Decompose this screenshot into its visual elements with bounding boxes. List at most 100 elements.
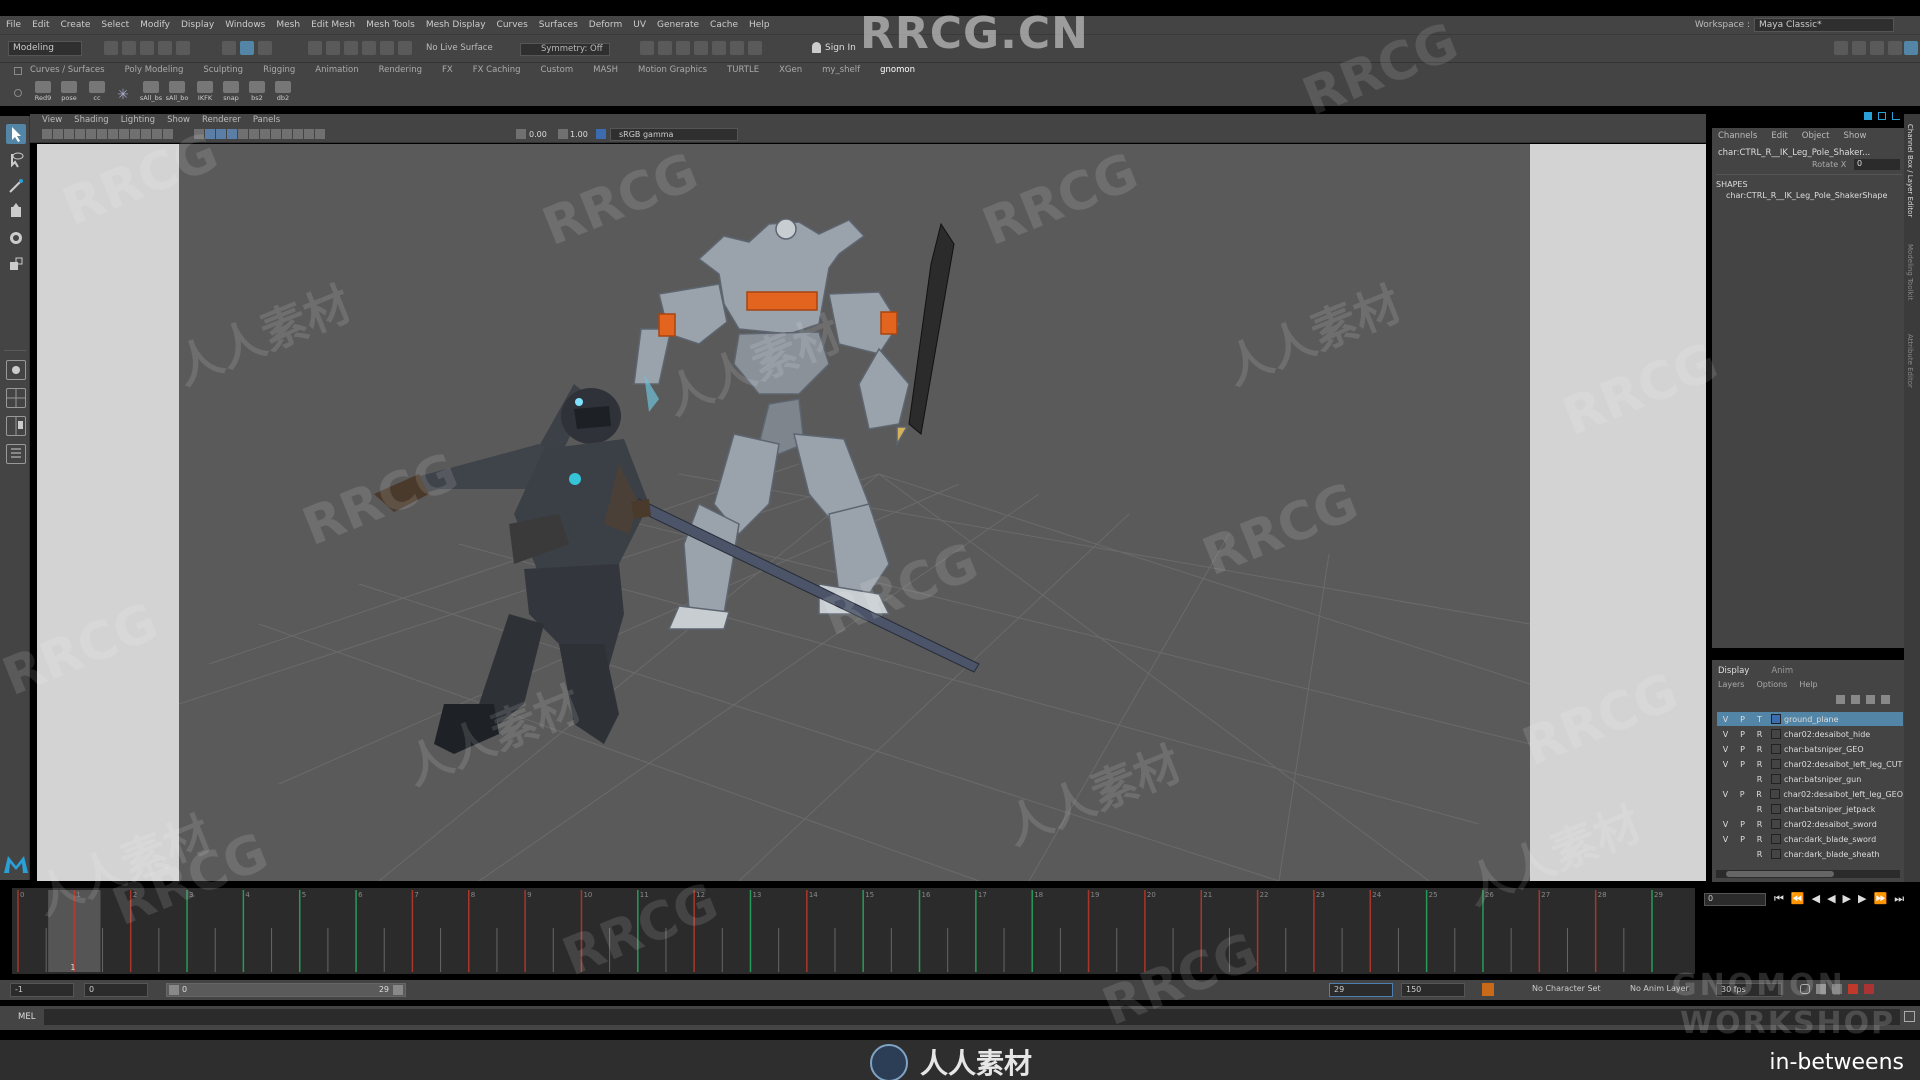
- layer-display-type-toggle[interactable]: R: [1751, 730, 1768, 739]
- snap-view-plane-icon[interactable]: [362, 41, 376, 55]
- panel-menu-view[interactable]: View: [42, 115, 62, 125]
- color-space-dropdown[interactable]: sRGB gamma: [610, 128, 738, 141]
- grid-icon[interactable]: [108, 129, 118, 139]
- layer-display-type-toggle[interactable]: R: [1751, 820, 1768, 829]
- channel-box-object-name[interactable]: char:CTRL_R__IK_Leg_Pole_Shaker...: [1718, 148, 1870, 158]
- xray-icon[interactable]: [293, 129, 303, 139]
- rotate-x-value[interactable]: 0: [1854, 159, 1900, 170]
- select-hierarchy-icon[interactable]: [222, 41, 236, 55]
- render-sequence-icon[interactable]: [658, 41, 672, 55]
- four-view-layout-icon[interactable]: [6, 388, 26, 408]
- select-object-icon[interactable]: [240, 41, 254, 55]
- panel-menu-renderer[interactable]: Renderer: [202, 115, 241, 125]
- layer-color-swatch[interactable]: [1771, 819, 1781, 829]
- layer-playback-toggle[interactable]: P: [1734, 745, 1751, 754]
- menu-help[interactable]: Help: [749, 20, 770, 30]
- menu-surfaces[interactable]: Surfaces: [539, 20, 578, 30]
- film-gate-icon[interactable]: [119, 129, 129, 139]
- toggle-attribute-editor-icon[interactable]: [1852, 41, 1866, 55]
- open-scene-icon[interactable]: [122, 41, 136, 55]
- layer-editor-menu-help[interactable]: Help: [1799, 680, 1817, 689]
- go-to-end-icon[interactable]: ⏭: [1894, 892, 1904, 906]
- mel-label[interactable]: MEL: [18, 1012, 35, 1022]
- layer-name[interactable]: char02:desaibot_left_leg_CUT: [1784, 760, 1902, 769]
- shelf-button-red9[interactable]: Red9: [32, 80, 54, 102]
- layer-row[interactable]: V P Rchar02:desaibot_sword: [1717, 817, 1903, 831]
- xray-components-icon[interactable]: [315, 129, 325, 139]
- menu-curves[interactable]: Curves: [497, 20, 528, 30]
- layer-name[interactable]: char02:desaibot_left_leg_GEO: [1783, 790, 1903, 799]
- layer-display-type-toggle[interactable]: R: [1751, 775, 1768, 784]
- shelf-tab-fx-caching[interactable]: FX Caching: [473, 65, 521, 75]
- cache-icon[interactable]: [1848, 984, 1858, 994]
- resolution-gate-icon[interactable]: [130, 129, 140, 139]
- layer-display-type-toggle[interactable]: R: [1751, 805, 1768, 814]
- rotate-x-label[interactable]: Rotate X: [1812, 160, 1846, 169]
- layer-visibility-toggle[interactable]: V: [1717, 715, 1734, 724]
- layer-playback-toggle[interactable]: P: [1734, 820, 1751, 829]
- go-to-start-icon[interactable]: ⏮: [1774, 892, 1784, 906]
- menu-windows[interactable]: Windows: [225, 20, 265, 30]
- side-tab-modeling-toolkit[interactable]: Modeling Toolkit: [1906, 244, 1914, 300]
- shelf-tab-my-shelf[interactable]: my_shelf: [822, 65, 860, 75]
- color-management-icon[interactable]: [596, 129, 606, 139]
- layer-visibility-toggle[interactable]: V: [1717, 760, 1734, 769]
- layer-row[interactable]: V P Rchar:batsniper_GEO: [1717, 742, 1903, 756]
- layer-name[interactable]: char02:desaibot_hide: [1784, 730, 1870, 739]
- lights-icon[interactable]: [227, 129, 237, 139]
- layer-visibility-toggle[interactable]: V: [1717, 730, 1734, 739]
- menu-generate[interactable]: Generate: [657, 20, 699, 30]
- step-forward-key-icon[interactable]: ⏩: [1873, 892, 1887, 906]
- layer-visibility-toggle[interactable]: V: [1717, 745, 1734, 754]
- scene-start-field[interactable]: -1: [10, 983, 74, 997]
- playback-end-field[interactable]: 29: [1329, 983, 1393, 997]
- panel-menu-show[interactable]: Show: [167, 115, 190, 125]
- play-backwards-icon[interactable]: ◀: [1827, 892, 1835, 906]
- field-chart-icon[interactable]: [152, 129, 162, 139]
- layer-row[interactable]: V P Rchar:dark_blade_sword: [1717, 832, 1903, 846]
- menu-cache[interactable]: Cache: [710, 20, 738, 30]
- layer-row[interactable]: V P Tground_plane: [1717, 712, 1903, 726]
- bookmarks-icon[interactable]: [64, 129, 74, 139]
- layer-display-type-toggle[interactable]: R: [1751, 760, 1768, 769]
- panel-menu-shading[interactable]: Shading: [74, 115, 109, 125]
- new-scene-icon[interactable]: [104, 41, 118, 55]
- range-end-handle[interactable]: [393, 985, 403, 995]
- layer-name[interactable]: ground_plane: [1784, 715, 1839, 724]
- menu-modify[interactable]: Modify: [140, 20, 170, 30]
- textured-icon[interactable]: [216, 129, 226, 139]
- layer-editor-tab-display[interactable]: Display: [1718, 666, 1749, 676]
- layer-name[interactable]: char:batsniper_GEO: [1784, 745, 1864, 754]
- gamma-icon[interactable]: [558, 129, 568, 139]
- layer-visibility-toggle[interactable]: V: [1717, 820, 1734, 829]
- isolate-select-icon[interactable]: [282, 129, 292, 139]
- gamma-value[interactable]: 1.00: [570, 130, 588, 139]
- step-forward-frame-icon[interactable]: ▶︎: [1858, 892, 1866, 906]
- shelf-button-cc[interactable]: cc: [86, 80, 108, 102]
- menu-set-dropdown[interactable]: Modeling: [8, 41, 82, 56]
- layer-name[interactable]: char02:desaibot_sword: [1784, 820, 1877, 829]
- camera-select-icon[interactable]: [42, 129, 52, 139]
- layer-row[interactable]: Rchar:batsniper_gun: [1717, 772, 1903, 786]
- character-set-dropdown[interactable]: No Character Set: [1532, 984, 1601, 993]
- snap-curve-icon[interactable]: [326, 41, 340, 55]
- layer-playback-toggle[interactable]: P: [1734, 790, 1751, 799]
- workspace-selector[interactable]: Workspace : Maya Classic*: [1695, 18, 1894, 32]
- side-tab-channel-box-layer-editor[interactable]: Channel Box / Layer Editor: [1906, 124, 1914, 217]
- shelf-button-sall_bo[interactable]: sAll_bo: [166, 80, 188, 102]
- layer-row[interactable]: V P Rchar02:desaibot_left_leg_CUT: [1717, 757, 1903, 771]
- move-layer-down-icon[interactable]: [1851, 695, 1860, 704]
- channel-box-menu-object[interactable]: Object: [1802, 131, 1830, 141]
- shelf-button-pose[interactable]: pose: [58, 80, 80, 102]
- sign-in-button[interactable]: Sign In: [812, 42, 856, 53]
- layer-color-swatch[interactable]: [1771, 774, 1781, 784]
- menu-select[interactable]: Select: [101, 20, 129, 30]
- expand-icon[interactable]: [1892, 112, 1900, 120]
- lasso-tool-icon[interactable]: [6, 150, 26, 170]
- layer-display-type-toggle[interactable]: R: [1751, 850, 1768, 859]
- move-layer-up-icon[interactable]: [1836, 695, 1845, 704]
- move-tool-icon[interactable]: [6, 202, 26, 222]
- menu-edit[interactable]: Edit: [32, 20, 49, 30]
- shelf-tab-xgen[interactable]: XGen: [779, 65, 802, 75]
- layer-row[interactable]: Rchar:dark_blade_sheath: [1717, 847, 1903, 861]
